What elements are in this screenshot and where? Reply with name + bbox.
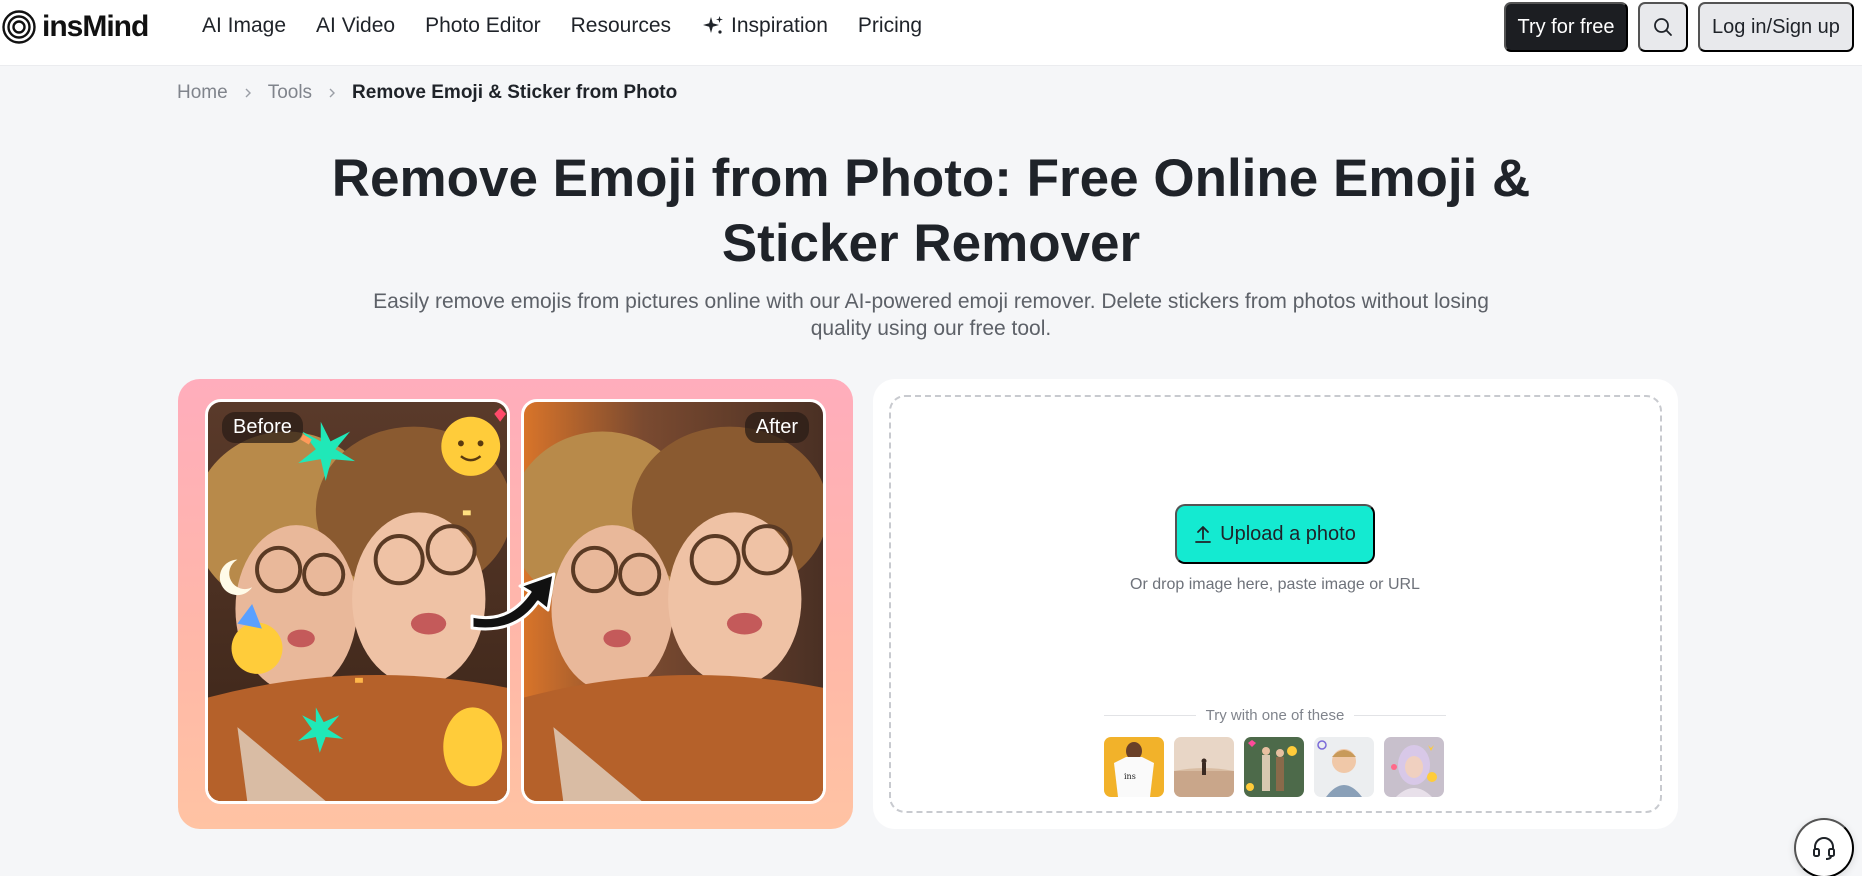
- before-photo-image: [208, 402, 507, 801]
- page-title-line-1: Remove Emoji from Photo: Free Online Emo…: [331, 149, 1531, 208]
- page-title: Remove Emoji from Photo: Free Online Emo…: [231, 146, 1631, 276]
- divider-line: [1354, 715, 1446, 716]
- breadcrumb: Home Tools Remove Emoji & Sticker from P…: [177, 82, 677, 104]
- sample-thumbnail-desert[interactable]: [1174, 737, 1234, 797]
- nav-pricing[interactable]: Pricing: [858, 14, 922, 38]
- login-signup-button[interactable]: Log in/Sign up: [1698, 2, 1854, 52]
- logo-swirl-icon: [2, 10, 36, 44]
- sample-thumbnail-couple[interactable]: [1244, 737, 1304, 797]
- upload-photo-label: Upload a photo: [1220, 522, 1356, 545]
- breadcrumb-home[interactable]: Home: [177, 82, 228, 104]
- upload-icon: [1195, 526, 1212, 543]
- main-nav: AI Image AI Video Photo Editor Resources…: [202, 14, 952, 38]
- page-subtitle-line-1: Easily remove emojis from pictures onlin…: [373, 290, 1489, 313]
- svg-text:ins: ins: [1124, 772, 1136, 781]
- sample-images-heading: Try with one of these: [1104, 707, 1446, 724]
- customer-support-button[interactable]: [1794, 818, 1854, 876]
- chevron-right-icon: [245, 88, 251, 98]
- insmind-logo[interactable]: insMind: [2, 10, 149, 44]
- sample-child-image: [1314, 737, 1374, 797]
- sample-tshirt-image: ins: [1104, 737, 1164, 797]
- nav-inspiration-label: Inspiration: [731, 14, 828, 37]
- search-button[interactable]: [1638, 2, 1688, 52]
- before-photo: Before: [205, 399, 510, 804]
- breadcrumb-tools[interactable]: Tools: [268, 82, 312, 104]
- before-label: Before: [222, 412, 303, 443]
- sample-girl-image: [1384, 737, 1444, 797]
- sample-thumbnail-child[interactable]: [1314, 737, 1374, 797]
- nav-photo-editor[interactable]: Photo Editor: [425, 14, 541, 38]
- nav-inspiration[interactable]: Inspiration: [701, 14, 828, 38]
- after-photo-image: [524, 402, 823, 801]
- breadcrumb-current: Remove Emoji & Sticker from Photo: [352, 82, 678, 103]
- sample-couple-image: [1244, 737, 1304, 797]
- page-subtitle-line-2: quality using our free tool.: [810, 317, 1052, 340]
- chevron-right-icon: [329, 88, 336, 98]
- upload-photo-button[interactable]: Upload a photo: [1175, 504, 1375, 564]
- sample-thumbnail-girl[interactable]: [1384, 737, 1444, 797]
- headset-icon: [1813, 837, 1835, 860]
- before-after-demo: Before After: [178, 379, 853, 829]
- search-icon: [1654, 18, 1672, 36]
- sparkle-icon: [703, 16, 724, 34]
- after-label: After: [744, 412, 809, 443]
- try-for-free-button[interactable]: Try for free: [1504, 2, 1628, 52]
- top-nav-bar: insMind AI Image AI Video Photo Editor R…: [0, 0, 1862, 66]
- page-subtitle: Easily remove emojis from pictures onlin…: [331, 288, 1531, 342]
- drop-hint-text: Or drop image here, paste image or URL: [1130, 576, 1420, 593]
- page-title-line-2: Sticker Remover: [721, 214, 1141, 273]
- divider-line: [1104, 715, 1196, 716]
- brand-name: insMind: [42, 10, 149, 43]
- curved-arrow-icon: [470, 572, 556, 631]
- nav-ai-image[interactable]: AI Image: [202, 14, 286, 38]
- sample-thumbnail-tshirt[interactable]: ins: [1104, 737, 1164, 797]
- sample-images-label: Try with one of these: [1205, 707, 1345, 724]
- sample-desert-image: [1174, 737, 1234, 797]
- nav-ai-video[interactable]: AI Video: [316, 14, 395, 38]
- sample-thumbnails: ins: [1104, 737, 1444, 797]
- nav-resources[interactable]: Resources: [571, 14, 671, 38]
- after-photo: After: [521, 399, 826, 804]
